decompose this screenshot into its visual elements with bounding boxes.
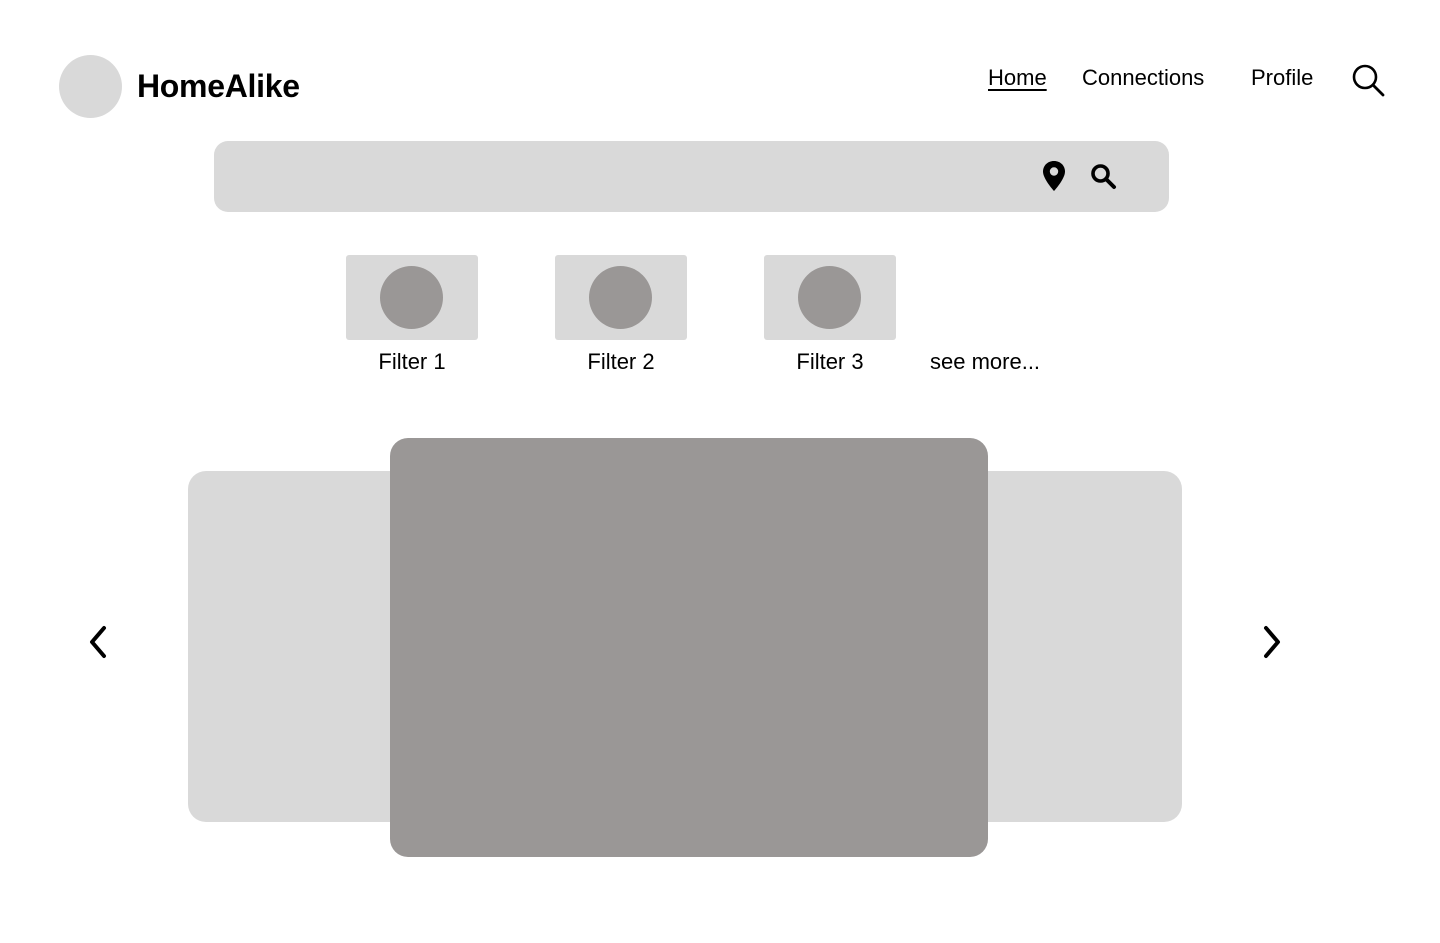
search-icon[interactable] — [1350, 62, 1386, 98]
brand-name[interactable]: HomeAlike — [137, 66, 300, 106]
filter-item[interactable]: Filter 3 — [764, 255, 896, 376]
filter-thumbnail — [346, 255, 478, 340]
page: HomeAlike Home Connections Profile Filte… — [0, 0, 1440, 943]
filter-label: Filter 3 — [796, 349, 864, 374]
filter-icon — [589, 266, 652, 329]
filter-item[interactable]: Filter 1 — [346, 255, 478, 376]
filter-icon — [798, 266, 861, 329]
nav-home-link[interactable]: Home — [988, 64, 1047, 92]
nav-profile-link[interactable]: Profile — [1251, 64, 1313, 92]
map-pin-icon[interactable] — [1041, 160, 1067, 192]
filter-thumbnail — [555, 255, 687, 340]
filter-thumbnail — [764, 255, 896, 340]
chevron-left-icon[interactable] — [84, 622, 112, 662]
chevron-right-icon[interactable] — [1258, 622, 1286, 662]
filter-label: Filter 1 — [378, 349, 446, 374]
search-icon[interactable] — [1089, 162, 1117, 190]
search-bar — [214, 141, 1169, 214]
logo[interactable] — [59, 55, 122, 118]
filter-label: Filter 2 — [587, 349, 655, 374]
search-input[interactable] — [238, 141, 1022, 214]
filter-icon — [380, 266, 443, 329]
see-more-link[interactable]: see more... — [930, 348, 1040, 376]
filter-item[interactable]: Filter 2 — [555, 255, 687, 376]
carousel-card-active[interactable] — [390, 438, 988, 857]
nav-connections-link[interactable]: Connections — [1082, 64, 1204, 92]
